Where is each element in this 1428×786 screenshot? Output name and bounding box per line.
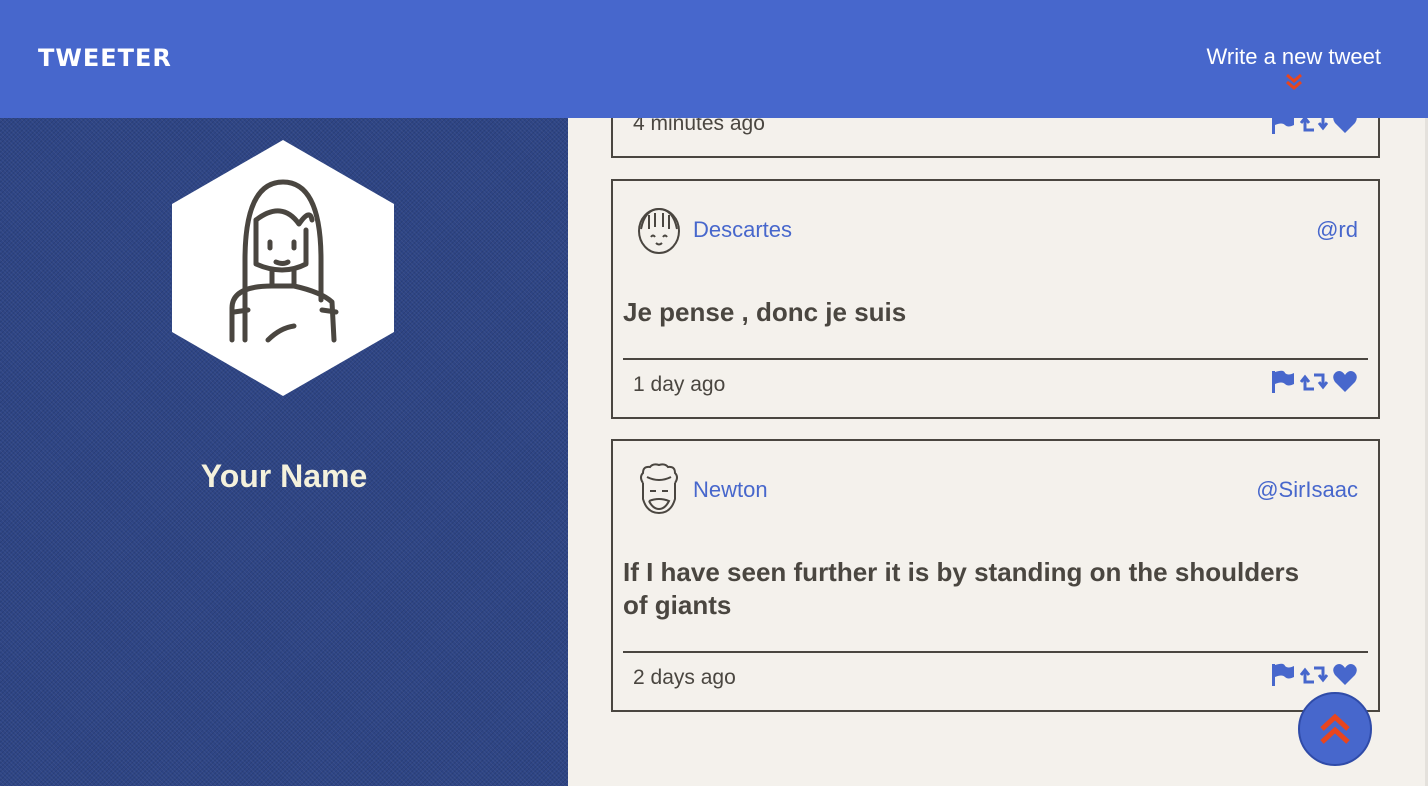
profile-name: Your Name [200, 458, 368, 494]
heart-icon[interactable] [1332, 663, 1358, 687]
tweet-header: Descartes @rd [635, 203, 1358, 255]
tweet-content: Je pense , donc je suis [623, 297, 907, 327]
tweet-time: 1 day ago [633, 373, 726, 396]
profile-avatar [172, 140, 394, 396]
tweet-author-name[interactable]: Newton [693, 477, 768, 503]
tweet-author-name[interactable]: Descartes [693, 217, 792, 243]
flag-icon[interactable] [1270, 369, 1296, 395]
tweet-card: Descartes @rd Je pense , donc je suis 1 … [611, 179, 1380, 419]
write-new-tweet-button[interactable]: Write a new tweet [1207, 44, 1381, 92]
double-chevron-down-icon [1285, 73, 1302, 90]
flag-icon[interactable] [1270, 662, 1296, 688]
scroll-to-top-button[interactable] [1298, 692, 1372, 766]
user-avatar-icon [640, 463, 678, 515]
write-new-tweet-label: Write a new tweet [1206, 44, 1381, 69]
tweet-content: If I have seen further it is by standing… [623, 557, 1300, 620]
tweet-card: Newton @SirIsaac If I have seen further … [611, 439, 1380, 712]
tweet-divider [623, 358, 1368, 360]
retweet-icon[interactable] [1300, 369, 1328, 395]
profile-panel: Your Name [0, 118, 568, 786]
tweet-actions [1270, 369, 1358, 395]
retweet-icon[interactable] [1300, 662, 1328, 688]
heart-icon[interactable] [1332, 370, 1358, 394]
tweet-divider [623, 651, 1368, 653]
top-nav: TWEETER Write a new tweet [0, 0, 1428, 118]
tweet-author-handle[interactable]: @rd [1316, 217, 1358, 243]
tweet-actions [1270, 662, 1358, 688]
tweet-header: Newton @SirIsaac [635, 463, 1358, 515]
brand-logo[interactable]: TWEETER [38, 44, 172, 72]
tweet-time: 2 days ago [633, 666, 736, 689]
tweet-author-handle[interactable]: @SirIsaac [1256, 477, 1358, 503]
double-chevron-up-icon [1320, 713, 1350, 744]
user-avatar-icon [638, 207, 680, 254]
